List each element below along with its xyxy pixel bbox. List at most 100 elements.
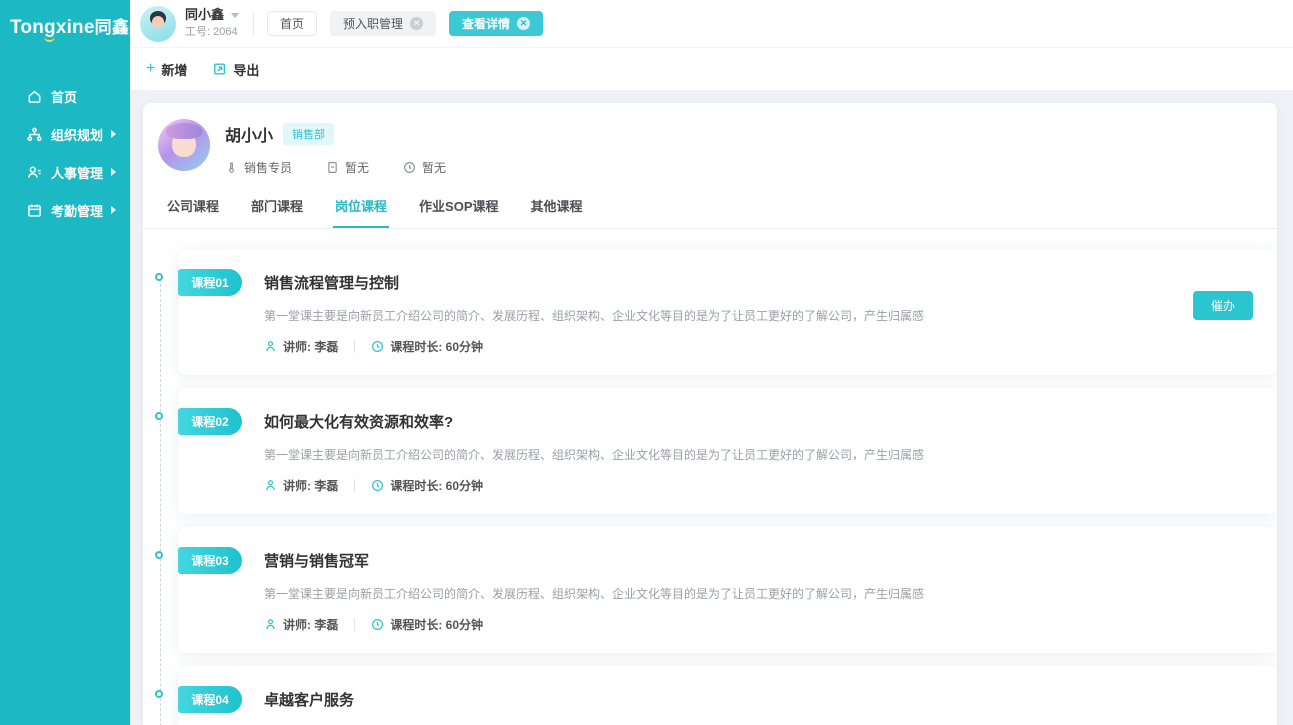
plus-icon: +: [146, 61, 155, 77]
sidebar-item-label: 组织规划: [51, 125, 103, 144]
employee-info: 胡小小 销售部 销售专员 暂无 暂无: [225, 119, 446, 176]
chevron-right-icon: [111, 130, 116, 138]
close-icon[interactable]: ✕: [517, 17, 530, 30]
course-title: 销售流程管理与控制: [264, 272, 399, 293]
tab-position-courses[interactable]: 岗位课程: [333, 196, 389, 228]
course-description: 第一堂课主要是向新员工介绍公司的简介、发展历程、组织架构、企业文化等目的是为了让…: [264, 585, 1253, 603]
timeline-dot: [155, 690, 163, 698]
current-user-block: 同小鑫 工号: 2064: [185, 7, 239, 40]
sidebar-item-hr-management[interactable]: 人事管理: [0, 153, 130, 191]
course-duration: 课程时长: 60分钟: [390, 616, 483, 633]
duration-clock-icon: [371, 618, 384, 631]
employee-avatar: [158, 119, 210, 171]
breadcrumb-tab-view-details[interactable]: 查看详情 ✕: [449, 11, 543, 36]
employee-meta-row: 销售专员 暂无 暂无: [225, 159, 446, 176]
position-icon: [225, 161, 238, 174]
course-number-badge: 课程02: [178, 408, 242, 435]
employee-number: 工号: 2064: [185, 26, 239, 40]
time-value: 暂无: [422, 159, 446, 176]
breadcrumb-tab-preonboarding[interactable]: 预入职管理 ✕: [330, 11, 436, 36]
top-header: 同小鑫 工号: 2064 首页 预入职管理 ✕ 查看详情 ✕: [130, 0, 1293, 47]
course-title: 营销与销售冠军: [264, 550, 369, 571]
teacher-icon: [264, 479, 277, 492]
logo-cjk: 同鑫: [95, 18, 129, 37]
app-logo: Tongxine同鑫: [0, 0, 130, 39]
timeline-dot: [155, 551, 163, 559]
course-number-badge: 课程04: [178, 686, 242, 713]
sidebar-item-label: 人事管理: [51, 163, 103, 182]
tab-other-courses[interactable]: 其他课程: [529, 196, 585, 228]
course-teacher: 讲师: 李磊: [283, 616, 338, 633]
chevron-right-icon: [111, 168, 116, 176]
meta-divider: [354, 479, 355, 492]
course-teacher: 讲师: 李磊: [283, 338, 338, 355]
course-duration: 课程时长: 60分钟: [390, 338, 483, 355]
course-meta-row: 讲师: 李磊 课程时长: 60分钟: [264, 338, 1253, 355]
tab-company-courses[interactable]: 公司课程: [165, 196, 221, 228]
duration-clock-icon: [371, 340, 384, 353]
tab-sop-courses[interactable]: 作业SOP课程: [417, 196, 500, 228]
timeline-dot: [155, 412, 163, 420]
content-area: 胡小小 销售部 销售专员 暂无 暂无: [130, 90, 1293, 725]
teacher-icon: [264, 618, 277, 631]
calendar-icon: [27, 203, 42, 218]
course-title: 卓越客户服务: [264, 689, 354, 710]
course-number-badge: 课程03: [178, 547, 242, 574]
employee-profile: 胡小小 销售部 销售专员 暂无 暂无: [143, 103, 1277, 176]
sidebar-item-home[interactable]: 首页: [0, 77, 130, 115]
meta-divider: [354, 618, 355, 631]
export-button-label: 导出: [233, 60, 259, 79]
teacher-icon: [264, 340, 277, 353]
user-menu[interactable]: 同小鑫: [185, 7, 239, 23]
position-value: 销售专员: [244, 159, 292, 176]
people-icon: [27, 165, 42, 180]
sidebar-item-label: 首页: [51, 87, 77, 106]
entry-value: 暂无: [345, 159, 369, 176]
sidebar-item-org-planning[interactable]: 组织规划: [0, 115, 130, 153]
course-duration: 课程时长: 60分钟: [390, 477, 483, 494]
meta-divider: [354, 340, 355, 353]
sidebar-item-attendance[interactable]: 考勤管理: [0, 191, 130, 229]
course-list: 课程01 销售流程管理与控制 第一堂课主要是向新员工介绍公司的简介、发展历程、组…: [143, 229, 1277, 725]
timeline-dot: [155, 273, 163, 281]
course-description: 第一堂课主要是向新员工介绍公司的简介、发展历程、组织架构、企业文化等目的是为了让…: [264, 307, 1253, 325]
breadcrumb-label: 预入职管理: [343, 15, 403, 32]
user-name: 同小鑫: [185, 7, 224, 23]
entry-field: 暂无: [326, 159, 369, 176]
close-icon[interactable]: ✕: [410, 17, 423, 30]
org-icon: [27, 127, 42, 142]
breadcrumb: 首页 预入职管理 ✕ 查看详情 ✕: [267, 11, 543, 36]
chevron-right-icon: [111, 206, 116, 214]
header-divider: [253, 13, 254, 35]
course-row: 课程04 卓越客户服务 第一堂课主要是向新员工介绍公司的简介、发展历程、组织架构…: [178, 666, 1277, 725]
tab-department-courses[interactable]: 部门课程: [249, 196, 305, 228]
breadcrumb-tab-home[interactable]: 首页: [267, 11, 317, 36]
sidebar: Tongxine同鑫 首页 组织规划 人事管理 考勤管理: [0, 0, 130, 725]
course-row: 课程03 营销与销售冠军 第一堂课主要是向新员工介绍公司的简介、发展历程、组织架…: [178, 527, 1277, 653]
course-meta-row: 讲师: 李磊 课程时长: 60分钟: [264, 477, 1253, 494]
course-card-3: 课程03 营销与销售冠军 第一堂课主要是向新员工介绍公司的简介、发展历程、组织架…: [178, 527, 1277, 653]
course-card-2: 课程02 如何最大化有效资源和效率? 第一堂课主要是向新员工介绍公司的简介、发展…: [178, 388, 1277, 514]
course-teacher: 讲师: 李磊: [283, 477, 338, 494]
urge-button[interactable]: 催办: [1193, 291, 1253, 320]
document-icon: [326, 161, 339, 174]
add-button-label: 新增: [161, 60, 187, 79]
current-user-avatar[interactable]: [140, 6, 176, 42]
add-button[interactable]: + 新增: [146, 60, 187, 79]
clock-icon: [403, 161, 416, 174]
sidebar-item-label: 考勤管理: [51, 201, 103, 220]
course-card-4: 课程04 卓越客户服务 第一堂课主要是向新员工介绍公司的简介、发展历程、组织架构…: [178, 666, 1277, 725]
chevron-down-icon: [231, 13, 239, 18]
course-meta-row: 讲师: 李磊 课程时长: 60分钟: [264, 616, 1253, 633]
breadcrumb-label: 查看详情: [462, 15, 510, 32]
course-row: 课程01 销售流程管理与控制 第一堂课主要是向新员工介绍公司的简介、发展历程、组…: [178, 249, 1277, 375]
employee-name: 胡小小: [225, 122, 273, 146]
course-number-badge: 课程01: [178, 269, 242, 296]
duration-clock-icon: [371, 479, 384, 492]
export-icon: [213, 62, 227, 76]
course-tabs: 公司课程 部门课程 岗位课程 作业SOP课程 其他课程: [143, 196, 1277, 229]
time-field: 暂无: [403, 159, 446, 176]
department-badge: 销售部: [283, 123, 334, 145]
export-button[interactable]: 导出: [213, 60, 259, 79]
course-row: 课程02 如何最大化有效资源和效率? 第一堂课主要是向新员工介绍公司的简介、发展…: [178, 388, 1277, 514]
